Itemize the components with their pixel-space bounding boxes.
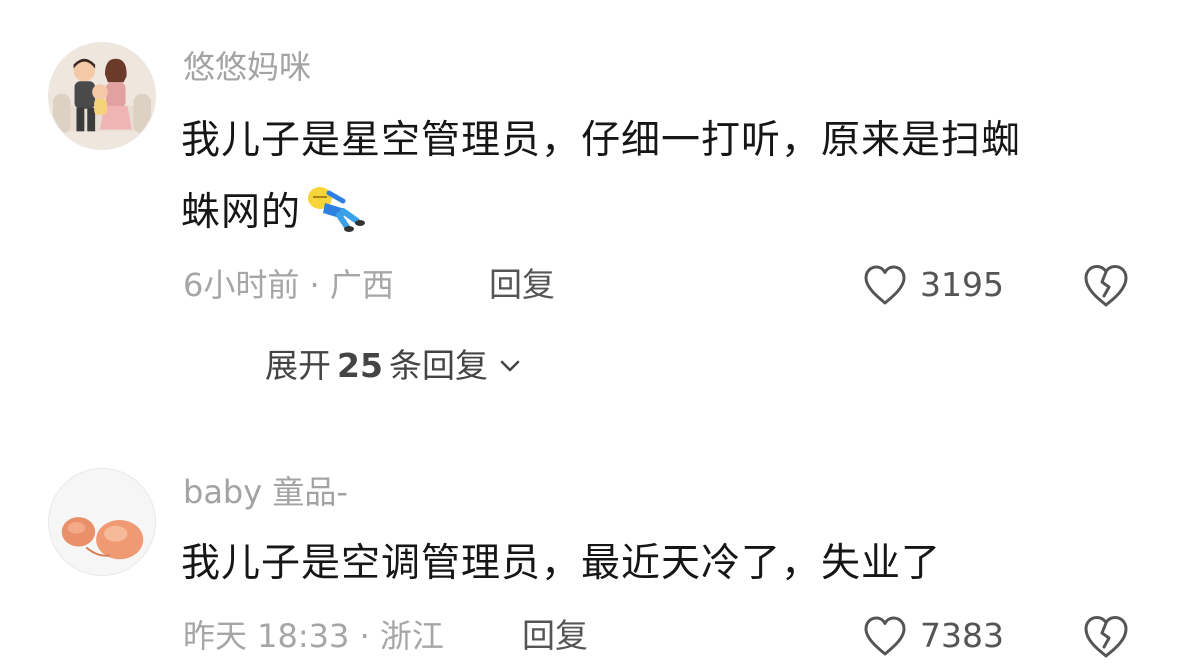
comment-item: 悠悠妈咪 我儿子是星空管理员，仔细一打听，原来是扫蜘 蛛网的 6小时前 · 广西… [0, 0, 1179, 400]
avatar-peach-image [49, 469, 155, 575]
username[interactable]: baby 童品- [183, 472, 348, 512]
comment-text-line-content: 蛛网的 [181, 190, 302, 235]
comment-meta: 6小时前 · 广西 [183, 265, 394, 305]
comment-time: 6小时前 [183, 266, 300, 304]
expand-count: 25 [337, 346, 383, 385]
comment-time: 昨天 18:33 [183, 617, 350, 655]
avatar[interactable] [48, 468, 156, 576]
comment-location: 广西 [329, 266, 394, 304]
comment-item: baby 童品- 我儿子是空调管理员，最近天冷了，失业了 昨天 18:33 · … [0, 400, 1179, 670]
expand-replies-button[interactable]: 展开 25 条回复 [265, 344, 522, 388]
broken-heart-icon [1084, 265, 1128, 307]
dislike-button[interactable] [1082, 614, 1130, 660]
comment-location: 浙江 [379, 617, 444, 655]
heart-outline-icon [864, 616, 906, 656]
meta-separator: · [359, 617, 370, 655]
comment-meta: 昨天 18:33 · 浙江 [183, 616, 444, 656]
reply-button[interactable]: 回复 [522, 616, 588, 656]
lying-figure-emoji-icon [303, 183, 366, 233]
comment-text: 我儿子是空调管理员，最近天冷了，失业了 [181, 528, 1141, 600]
comment-text-line: 我儿子是星空管理员，仔细一打听，原来是扫蜘 [181, 118, 1022, 163]
username[interactable]: 悠悠妈咪 [183, 47, 311, 87]
expand-prefix: 展开 [265, 346, 331, 385]
chevron-down-icon [500, 360, 520, 372]
like-button[interactable]: 3195 [862, 261, 1004, 309]
like-button[interactable]: 7383 [862, 612, 1004, 660]
avatar-family-image [49, 43, 155, 149]
comment-text-line-2: 蛛网的 [181, 177, 1141, 249]
like-count: 3195 [920, 265, 1004, 304]
broken-heart-icon [1084, 616, 1128, 658]
comment-text-line: 我儿子是空调管理员，最近天冷了，失业了 [181, 541, 942, 586]
avatar[interactable] [48, 42, 156, 150]
expand-suffix: 条回复 [388, 346, 488, 385]
like-count: 7383 [920, 616, 1004, 655]
dislike-button[interactable] [1082, 263, 1130, 309]
meta-separator: · [309, 266, 320, 304]
comment-text: 我儿子是星空管理员，仔细一打听，原来是扫蜘 蛛网的 [181, 105, 1141, 249]
reply-button[interactable]: 回复 [489, 265, 555, 305]
heart-outline-icon [864, 265, 906, 305]
